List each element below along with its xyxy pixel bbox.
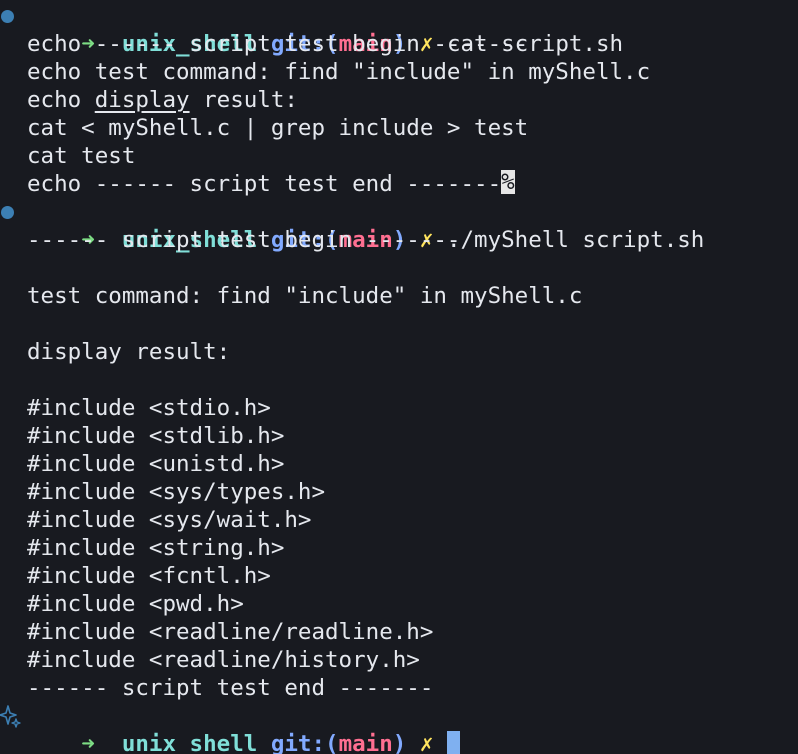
prompt-git-label: git:(: [270, 731, 339, 754]
script-line: echo: [27, 87, 95, 113]
include-text: #include <string.h>: [27, 535, 285, 561]
active-prompt-line[interactable]: ➜ unix_shell git:(main) ✗: [0, 702, 798, 754]
include-text: #include <fcntl.h>: [27, 563, 271, 589]
include-text: #include <readline/history.h>: [27, 647, 420, 673]
include-line: #include <sys/wait.h>: [0, 506, 798, 534]
script-line: cat < myShell.c | grep include > test: [27, 115, 529, 141]
include-line: #include <string.h>: [0, 534, 798, 562]
output-line: display result:: [0, 338, 798, 366]
prompt-arrow: ➜: [81, 731, 95, 754]
circle-marker-icon: [1, 206, 14, 219]
output-text: test command: find "include" in myShell.…: [27, 283, 583, 309]
script-line: result:: [189, 87, 298, 113]
script-line: cat test: [27, 143, 136, 169]
underlined-word: display: [94, 87, 190, 113]
output-line: cat test: [0, 142, 798, 170]
output-line: ------ script test end -------: [0, 674, 798, 702]
include-text: #include <stdlib.h>: [27, 423, 285, 449]
include-line: #include <fcntl.h>: [0, 562, 798, 590]
output-line: test command: find "include" in myShell.…: [0, 282, 798, 310]
script-line: echo test command: find "include" in myS…: [27, 59, 651, 85]
output-line: echo ------ script test end -------%: [0, 170, 798, 198]
include-text: #include <stdio.h>: [27, 395, 271, 421]
include-text: #include <readline/readline.h>: [27, 619, 434, 645]
sparkle-icon: [0, 705, 21, 728]
include-line: #include <pwd.h>: [0, 590, 798, 618]
include-text: #include <sys/types.h>: [27, 479, 326, 505]
output-line: cat < myShell.c | grep include > test: [0, 114, 798, 142]
include-line: #include <readline/readline.h>: [0, 618, 798, 646]
include-line: #include <sys/types.h>: [0, 478, 798, 506]
prompt-directory: unix_shell: [121, 731, 258, 754]
include-line: #include <readline/history.h>: [0, 646, 798, 674]
output-line: echo display result:: [0, 86, 798, 114]
prompt-branch: main: [338, 731, 393, 754]
script-line: echo ------ script test begin -------: [27, 31, 529, 57]
prompt-dirty-mark: ✗: [419, 731, 434, 754]
output-line: echo ------ script test begin -------: [0, 30, 798, 58]
include-text: #include <unistd.h>: [27, 451, 285, 477]
terminal-window[interactable]: ➜ unix_shell git:(main) ✗ cat script.sh …: [0, 0, 798, 754]
output-text: ------ script test end -------: [27, 675, 434, 701]
include-text: #include <pwd.h>: [27, 591, 244, 617]
prompt-line: ➜ unix_shell git:(main) ✗ ./myShell scri…: [0, 198, 798, 253]
include-line: #include <stdio.h>: [0, 394, 798, 422]
circle-marker-icon: [1, 10, 14, 23]
prompt-git-close: ): [392, 731, 407, 754]
script-line: echo ------ script test end -------: [27, 171, 502, 197]
output-line: ------ script test begin -------: [0, 226, 798, 254]
no-newline-marker: %: [501, 169, 515, 195]
include-line: #include <unistd.h>: [0, 450, 798, 478]
include-line: #include <stdlib.h>: [0, 422, 798, 450]
text-cursor[interactable]: [446, 731, 460, 754]
output-line: echo test command: find "include" in myS…: [0, 58, 798, 86]
output-text: ------ script test begin -------: [27, 227, 461, 253]
output-text: display result:: [27, 339, 231, 365]
prompt-line: ➜ unix_shell git:(main) ✗ cat script.sh: [0, 2, 798, 57]
include-text: #include <sys/wait.h>: [27, 507, 312, 533]
